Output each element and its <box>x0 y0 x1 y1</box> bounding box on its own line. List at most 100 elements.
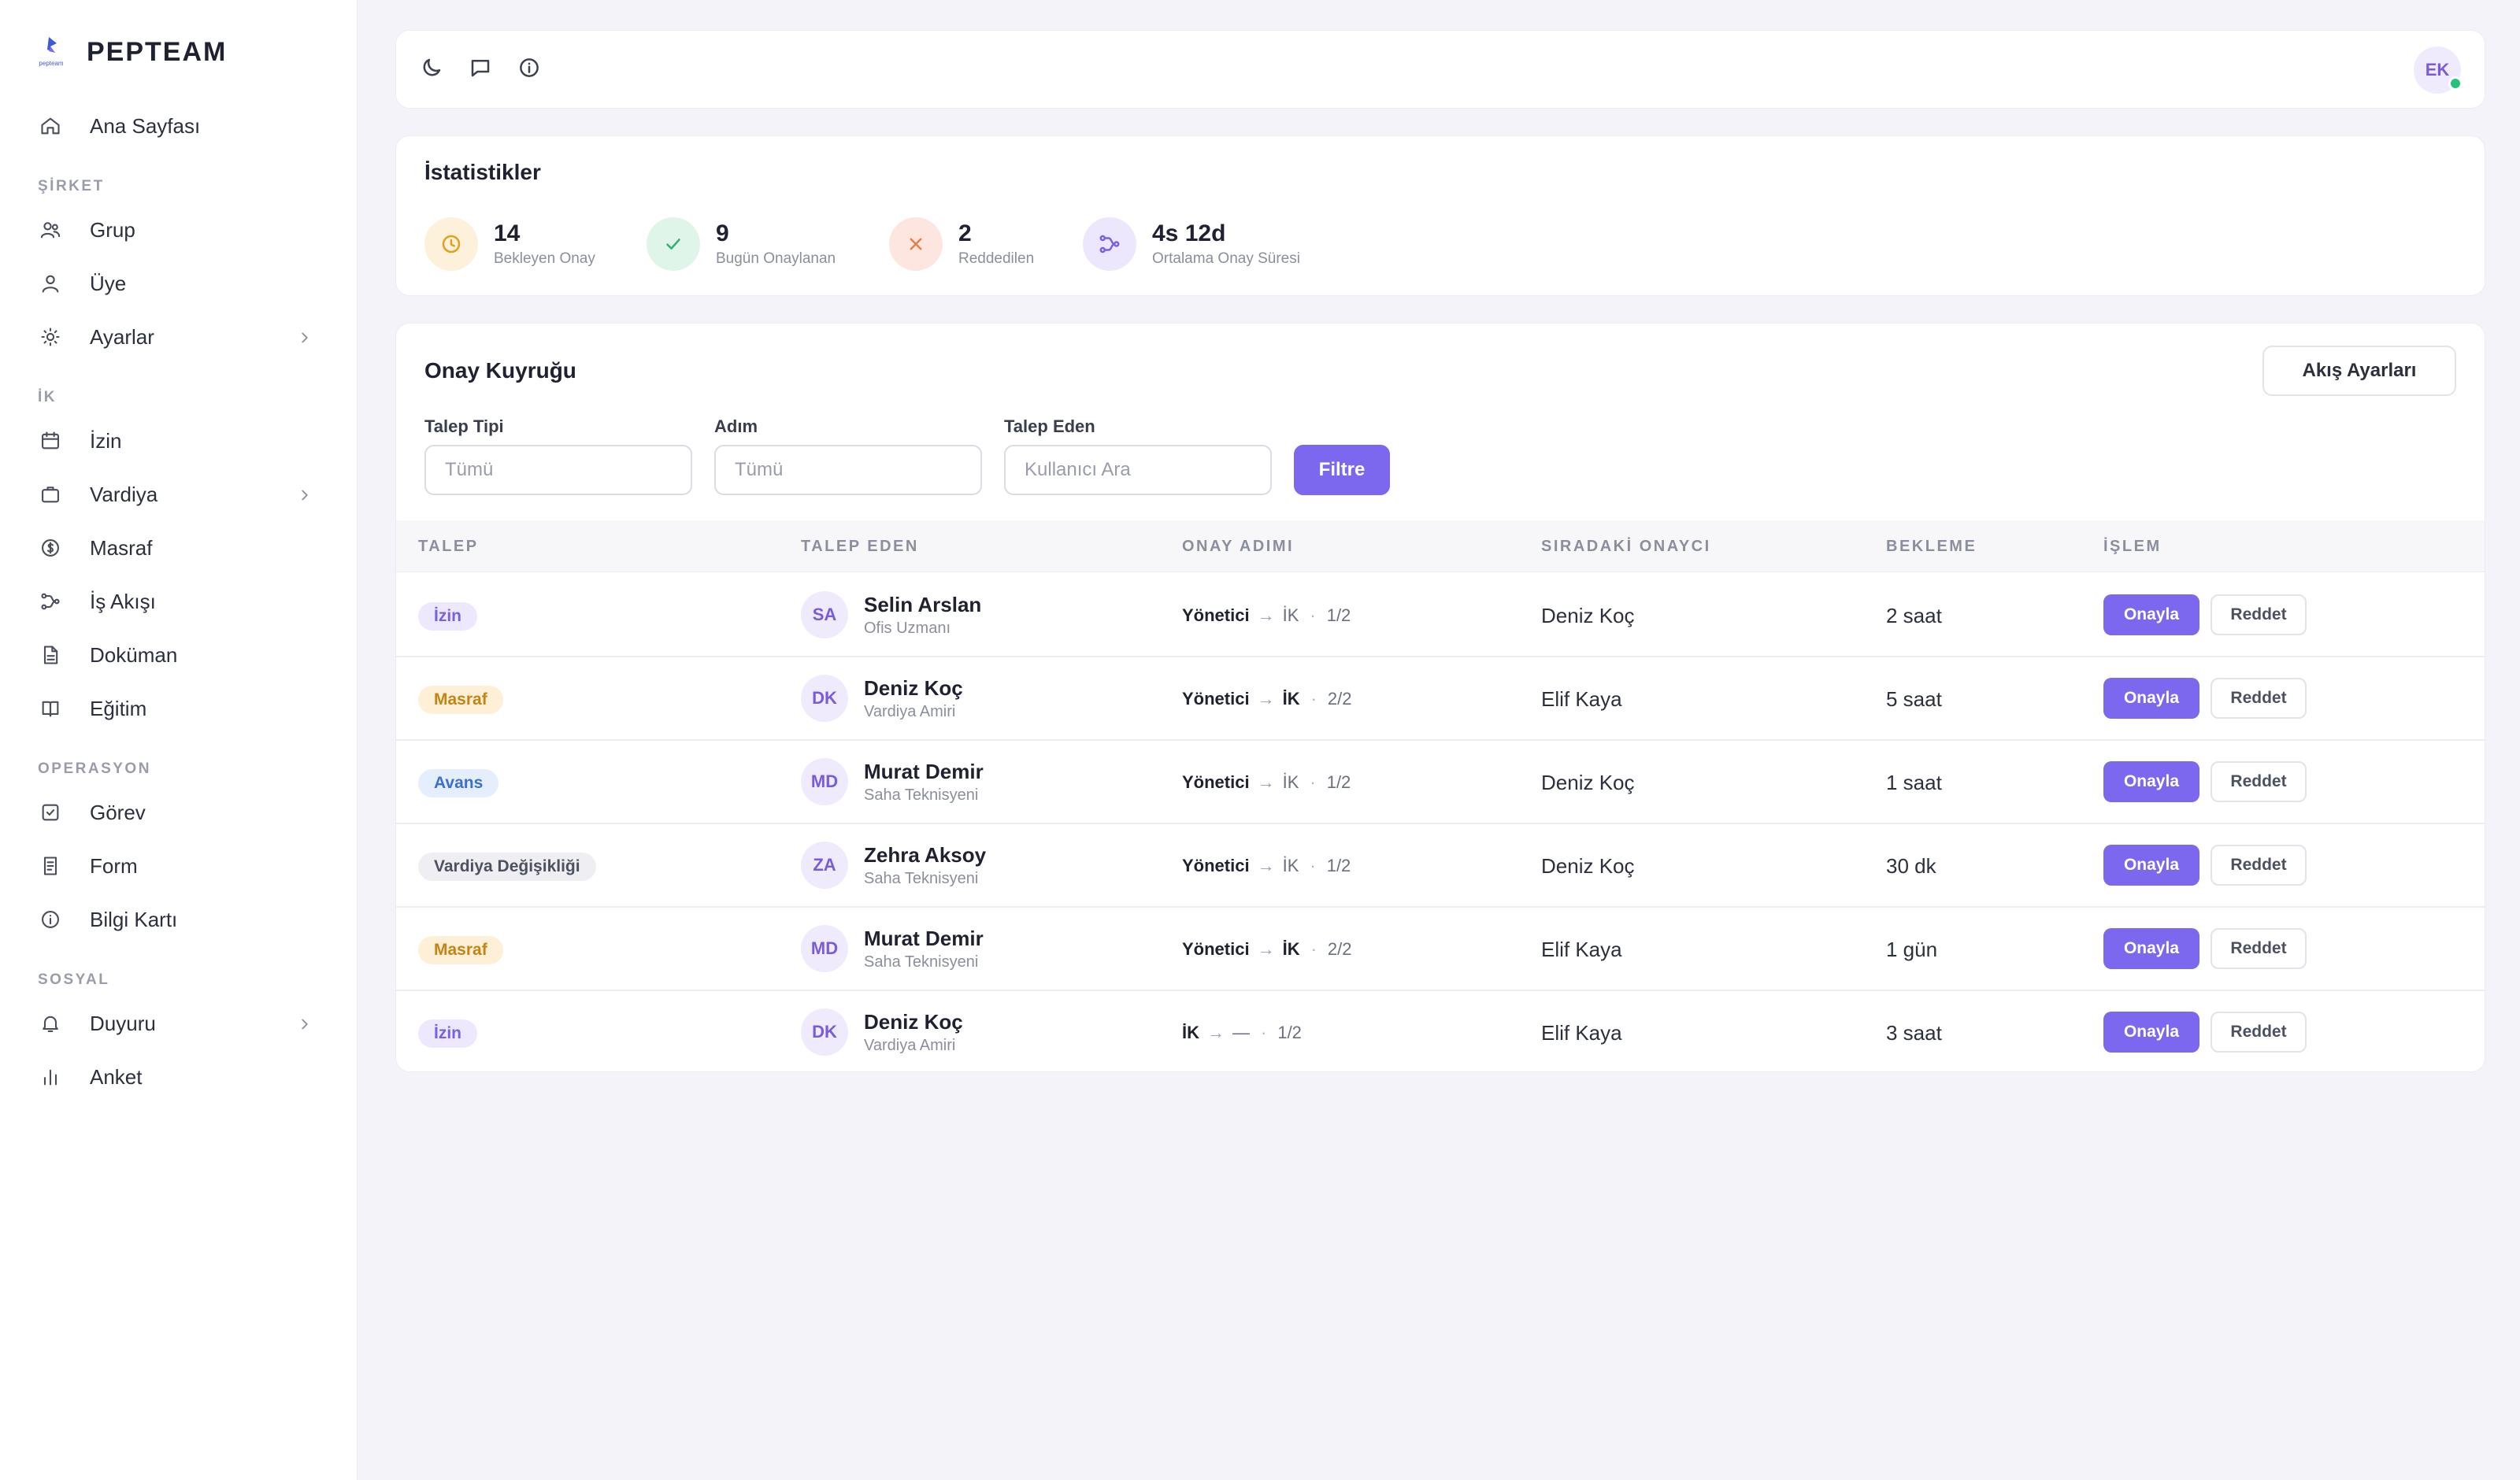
sidebar-item-settings[interactable]: Ayarlar <box>0 310 358 364</box>
reject-button[interactable]: Reddet <box>2211 594 2307 635</box>
approval-queue-card: Onay Kuyruğu Akış Ayarları Talep Tipi Ad… <box>395 323 2485 1072</box>
step-from: Yönetici <box>1182 689 1250 709</box>
sidebar-item-label: Grup <box>90 217 135 242</box>
sidebar-item-label: Üye <box>90 271 127 295</box>
sidebar-item-member[interactable]: Üye <box>0 257 358 310</box>
sidebar-nav: Ana Sayfası ŞİRKET Grup Üye Ayarlar İK İ… <box>0 99 358 1104</box>
stats-card: İstatistikler 14 Bekleyen Onay 9 Bugün O… <box>395 135 2485 296</box>
sidebar-item-document[interactable]: Doküman <box>0 628 358 682</box>
arrow-right-icon: → <box>1207 1023 1225 1042</box>
sidebar-item-form[interactable]: Form <box>0 839 358 893</box>
approve-button[interactable]: Onayla <box>2103 761 2199 802</box>
avatar: MD <box>801 925 848 972</box>
step-from: Yönetici <box>1182 939 1250 959</box>
stat-label: Ortalama Onay Süresi <box>1152 250 1300 267</box>
filter-button[interactable]: Filtre <box>1294 445 1390 495</box>
flow-settings-button[interactable]: Akış Ayarları <box>2262 346 2456 396</box>
approve-button[interactable]: Onayla <box>2103 845 2199 886</box>
sidebar-item-label: Görev <box>90 800 146 824</box>
workflow-icon <box>1083 217 1136 271</box>
approval-step: Yönetici → İK · 2/2 <box>1182 939 1352 960</box>
step-from: İK <box>1182 1023 1199 1042</box>
stat-label: Bugün Onaylanan <box>716 250 836 267</box>
requester-name: Deniz Koç <box>864 1010 963 1034</box>
check-icon <box>647 217 700 271</box>
home-icon <box>38 113 63 139</box>
sidebar-item-task[interactable]: Görev <box>0 786 358 839</box>
requester-name: Deniz Koç <box>864 676 963 700</box>
svg-text:pepteam: pepteam <box>39 60 63 67</box>
next-approver: Elif Kaya <box>1541 1021 1622 1045</box>
step-count: 2/2 <box>1327 939 1352 959</box>
sidebar-item-home[interactable]: Ana Sayfası <box>0 99 358 153</box>
document-icon <box>38 642 63 668</box>
stat-rejected: 2 Reddedilen <box>889 216 1034 272</box>
approve-button[interactable]: Onayla <box>2103 678 2199 719</box>
waiting-time: 3 saat <box>1886 1021 1942 1045</box>
table-header: TALEP TALEP EDEN ONAY ADIMI SIRADAKİ ONA… <box>396 520 2485 572</box>
separator: · <box>1310 689 1317 709</box>
sidebar-item-expense[interactable]: Masraf <box>0 521 358 575</box>
info-icon <box>38 907 63 932</box>
approve-button[interactable]: Onayla <box>2103 1012 2199 1053</box>
step-to: İK <box>1282 772 1299 792</box>
reject-button[interactable]: Reddet <box>2211 761 2307 802</box>
workflow-icon <box>38 589 63 614</box>
checkbox-icon <box>38 800 63 825</box>
approve-button[interactable]: Onayla <box>2103 928 2199 969</box>
waiting-time: 2 saat <box>1886 604 1942 627</box>
reject-button[interactable]: Reddet <box>2211 845 2307 886</box>
user-icon <box>38 271 63 296</box>
table-row: Avans MD Murat Demir Saha Teknisyeni Yönetic… <box>396 741 2485 824</box>
sidebar-item-survey[interactable]: Anket <box>0 1050 358 1104</box>
requester-role: Vardiya Amiri <box>864 703 956 720</box>
step-to: İK <box>1282 856 1299 875</box>
stat-label: Reddedilen <box>958 250 1035 267</box>
requester-name: Zehra Aksoy <box>864 843 987 867</box>
separator: · <box>1310 772 1316 792</box>
chevron-right-icon <box>296 485 313 502</box>
approve-button[interactable]: Onayla <box>2103 594 2199 635</box>
brand[interactable]: pepteam PEPTEAM <box>32 30 227 74</box>
sidebar-item-group[interactable]: Grup <box>0 203 358 257</box>
reject-button[interactable]: Reddet <box>2211 928 2307 969</box>
sidebar-section-title: SOSYAL <box>38 971 110 988</box>
column-header: TALEP EDEN <box>801 538 919 555</box>
sidebar-item-label: Duyuru <box>90 1011 156 1035</box>
table-row: İzin SA Selin Arslan Ofis Uzmanı Yönetici → İK… <box>396 574 2485 657</box>
x-icon <box>889 217 943 271</box>
dollar-circle-icon <box>38 535 63 561</box>
requester-search-input[interactable] <box>1004 445 1272 495</box>
next-approver: Deniz Koç <box>1541 604 1635 627</box>
column-header: TALEP <box>418 538 479 555</box>
moon-icon[interactable] <box>420 56 448 84</box>
sidebar: pepteam PEPTEAM Ana Sayfası ŞİRKET Grup … <box>0 0 358 1480</box>
requester-role: Saha Teknisyeni <box>864 953 979 971</box>
step-count: 1/2 <box>1326 856 1351 875</box>
stat-value: 14 <box>494 220 521 246</box>
sidebar-item-label: Eğitim <box>90 696 147 720</box>
reject-button[interactable]: Reddet <box>2211 678 2307 719</box>
sidebar-item-shift[interactable]: Vardiya <box>0 468 358 521</box>
arrow-right-icon: → <box>1257 856 1275 875</box>
request-type-badge: İzin <box>418 602 477 631</box>
user-avatar[interactable]: EK <box>2414 46 2463 94</box>
request-type-input[interactable] <box>424 445 692 495</box>
sidebar-item-announcement[interactable]: Duyuru <box>0 997 358 1050</box>
stat-approved-today: 9 Bugün Onaylanan <box>647 216 836 272</box>
brand-name: PEPTEAM <box>87 36 228 67</box>
requester-role: Vardiya Amiri <box>864 1037 956 1054</box>
sidebar-item-training[interactable]: Eğitim <box>0 682 358 735</box>
message-icon[interactable] <box>469 56 497 84</box>
sidebar-item-info-card[interactable]: Bilgi Kartı <box>0 893 358 946</box>
reject-button[interactable]: Reddet <box>2211 1012 2307 1053</box>
table-row: Masraf DK Deniz Koç Vardiya Amiri Yönetici → İ… <box>396 657 2485 741</box>
info-icon[interactable] <box>517 56 546 84</box>
filter-label: Talep Tipi <box>424 416 504 436</box>
sidebar-item-leave[interactable]: İzin <box>0 414 358 468</box>
separator: · <box>1310 856 1316 875</box>
column-header: ONAY ADIMI <box>1182 538 1295 555</box>
stat-avg-time: 4s 12d Ortalama Onay Süresi <box>1083 216 1300 272</box>
step-input[interactable] <box>714 445 982 495</box>
sidebar-item-workflow[interactable]: İş Akışı <box>0 575 358 628</box>
